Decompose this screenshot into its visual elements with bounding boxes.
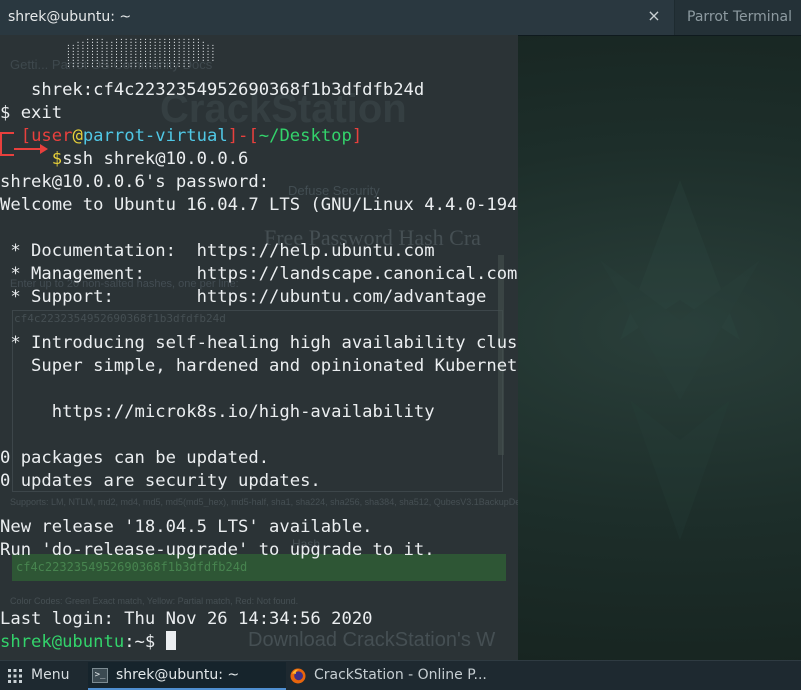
terminal-line-upgrade: Run 'do-release-upgrade' to upgrade to i… [0, 540, 435, 560]
tab-parrot-terminal[interactable]: Parrot Terminal [675, 0, 801, 35]
tab-title: Parrot Terminal [687, 9, 793, 25]
ghost-color-codes: Color Codes: Green Exact match, Yellow: … [10, 596, 299, 606]
prompt-separator: ]-[ [227, 126, 259, 146]
prompt-close-bracket: ] [351, 126, 363, 146]
terminal-line-welcome: Welcome to Ubuntu 16.04.7 LTS (GNU/Linux… [0, 195, 518, 215]
menu-button[interactable]: Menu [0, 661, 80, 690]
final-prompt-dollar: $ [144, 632, 166, 652]
final-prompt-path: :~ [124, 632, 145, 652]
tab-title: shrek@ubuntu: ~ [8, 9, 132, 25]
ghost-result-hash: cf4c2232354952690368f1b3dfdfb24d [16, 560, 248, 574]
command-text: ssh shrek@10.0.0.6 [62, 149, 249, 169]
terminal-line-microk8s-url: https://microk8s.io/high-availability [0, 402, 435, 422]
command-dollar: $ [51, 149, 63, 169]
text-cursor [165, 631, 176, 650]
prompt-at: @ [72, 126, 83, 146]
terminal-line-password: shrek@10.0.0.6's password: [0, 172, 270, 192]
terminal-line-security: 0 updates are security updates. [0, 471, 321, 491]
ascii-art-banner: ..::::..::::::::::::::::::. ::::::::::::… [66, 36, 216, 69]
ghost-hash-input-value: cf4c2232354952690368f1b3dfdfb24d [14, 312, 226, 325]
terminal-icon: >_ [92, 668, 108, 683]
taskbar-item-browser[interactable]: CrackStation - Online P... [288, 662, 488, 690]
prompt-user: user [31, 126, 73, 146]
close-icon[interactable]: × [645, 6, 663, 26]
ghost-download-heading: Download CrackStation's W [248, 629, 496, 651]
terminal-line-microk8s-1: * Introducing self-healing high availabi… [10, 333, 518, 353]
terminal-line-packages: 0 packages can be updated. [0, 448, 270, 468]
parrot-wallpaper-logo [600, 180, 760, 540]
tab-shrek-ubuntu[interactable]: shrek@ubuntu: ~ × [0, 0, 674, 35]
apps-grid-icon [8, 669, 22, 683]
final-prompt-user: shrek@ubuntu [0, 632, 125, 652]
taskbar-item-terminal[interactable]: >_ shrek@ubuntu: ~ [88, 662, 286, 690]
terminal-line-support: * Support: https://ubuntu.com/advantage [0, 287, 487, 307]
prompt-arrow-icon [40, 144, 48, 154]
prompt-open-bracket: [ [20, 126, 32, 146]
prompt-line: [user@parrot-virtual]-[~/Desktop] [0, 125, 363, 148]
terminal-line-release: New release '18.04.5 LTS' available. [0, 517, 373, 537]
terminal-line-hash: shrek:cf4c2232354952690368f1b3dfdfb24d [0, 80, 425, 100]
command-line: $ssh shrek@10.0.0.6 [0, 148, 249, 171]
prompt-host: parrot-virtual [82, 126, 228, 146]
terminal-tab-bar: shrek@ubuntu: ~ × Parrot Terminal [0, 0, 801, 36]
ghost-supports-text: Supports: LM, NTLM, md2, md4, md5, md5(m… [10, 497, 518, 507]
terminal-line-exit: $ exit [0, 103, 63, 123]
terminal-line-microk8s-2: Super simple, hardened and opinionated K… [31, 356, 518, 376]
firefox-icon [290, 668, 306, 684]
prompt-directory: ~/Desktop [258, 126, 352, 146]
prompt-corner-line [0, 132, 14, 156]
terminal-output[interactable]: Getti... Parrot OS Community Docs CrackS… [0, 35, 518, 660]
taskbar-item-label: shrek@ubuntu: ~ [116, 667, 240, 683]
terminal-line-management: * Management: https://landscape.canonica… [0, 264, 518, 284]
terminal-line-documentation: * Documentation: https://help.ubuntu.com [0, 241, 435, 261]
menu-label: Menu [31, 667, 70, 683]
taskbar: Menu >_ shrek@ubuntu: ~ CrackStation - O… [0, 660, 801, 690]
final-prompt-line[interactable]: shrek@ubuntu:~$ [0, 631, 176, 654]
taskbar-item-label: CrackStation - Online P... [314, 667, 487, 683]
terminal-line-last-login: Last login: Thu Nov 26 14:34:56 2020 [0, 609, 373, 629]
